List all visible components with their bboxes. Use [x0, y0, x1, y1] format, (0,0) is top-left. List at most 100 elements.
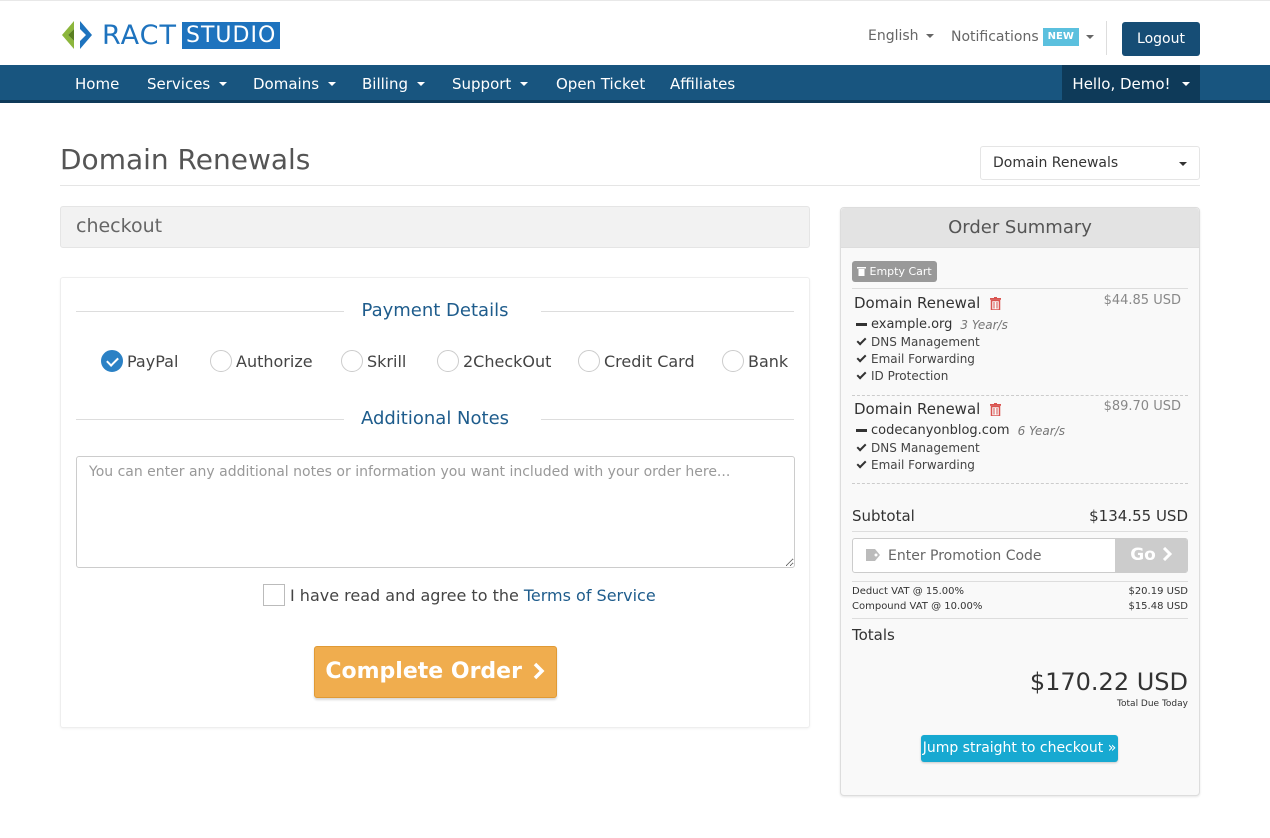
chevron-right-icon	[1162, 546, 1172, 562]
radio-icon	[578, 350, 600, 372]
period-text: 3 Year/s	[960, 317, 1008, 332]
cart-item-addon: Email Forwarding	[856, 458, 975, 472]
tos-link[interactable]: Terms of Service	[524, 586, 656, 605]
minus-icon	[856, 429, 867, 432]
payment-details-heading: Payment Details	[76, 301, 794, 321]
summary-divider	[852, 531, 1188, 532]
period-text: 6 Year/s	[1017, 423, 1065, 438]
nav-label: Open Ticket	[556, 74, 646, 93]
caret-down-icon	[1181, 82, 1190, 86]
nav-label: Affiliates	[670, 74, 736, 93]
chevron-right-icon	[533, 662, 545, 680]
caret-down-icon	[925, 34, 934, 38]
caret-down-icon	[1085, 35, 1094, 39]
promo-code-group: Go	[852, 538, 1188, 573]
item-name-text: Domain Renewal	[854, 400, 981, 418]
radio-icon	[437, 350, 459, 372]
logo-studio-box: STUDIO	[182, 22, 281, 49]
additional-notes-field[interactable]	[76, 456, 795, 568]
addon-text: Email Forwarding	[871, 458, 975, 472]
nav-label: Billing	[362, 74, 408, 93]
promo-code-input[interactable]	[853, 539, 1116, 572]
nav-domains[interactable]: Domains	[253, 65, 337, 103]
domain-text: example.org	[871, 317, 953, 332]
check-icon	[856, 458, 867, 469]
payment-label: Skrill	[367, 351, 407, 371]
empty-cart-button[interactable]: Empty Cart	[852, 261, 937, 282]
caret-down-icon	[328, 82, 337, 86]
trash-icon[interactable]	[990, 296, 1002, 310]
nav-home[interactable]: Home	[75, 65, 119, 103]
nav-label: Domains	[253, 74, 320, 93]
checkout-header: checkout	[60, 206, 810, 248]
additional-notes-heading: Additional Notes	[76, 409, 794, 429]
tos-agreement[interactable]: I have read and agree to the Terms of Se…	[263, 584, 656, 606]
tos-checkbox[interactable]	[263, 584, 285, 606]
checkout-panel: Payment Details PayPal Authorize Skrill …	[60, 277, 810, 728]
addon-text: DNS Management	[871, 335, 980, 349]
cart-item-addon: DNS Management	[856, 441, 980, 455]
cart-item-domain: example.org 3 Year/s	[856, 317, 1008, 332]
language-dropdown[interactable]: English	[868, 28, 934, 44]
tax-value: $15.48 USD	[1128, 601, 1188, 612]
summary-divider	[852, 618, 1188, 619]
go-label: Go	[1130, 545, 1156, 565]
payment-option-bank[interactable]: Bank	[722, 350, 788, 372]
nav-open-ticket[interactable]: Open Ticket	[556, 65, 645, 103]
logout-button[interactable]: Logout	[1122, 22, 1200, 56]
complete-order-button[interactable]: Complete Order	[314, 646, 557, 698]
payment-option-skrill[interactable]: Skrill	[341, 350, 406, 372]
subtotal-label: Subtotal	[852, 507, 915, 525]
payment-option-paypal[interactable]: PayPal	[101, 350, 178, 372]
payment-label: PayPal	[127, 351, 179, 371]
promo-go-button[interactable]: Go	[1115, 538, 1187, 573]
payment-label: Credit Card	[604, 351, 695, 371]
cart-item-addon: ID Protection	[856, 369, 949, 383]
radio-icon	[341, 350, 363, 372]
radio-icon	[722, 350, 744, 372]
payment-label: 2CheckOut	[463, 351, 552, 371]
caret-down-icon	[520, 82, 529, 86]
domain-text: codecanyonblog.com	[871, 423, 1010, 438]
logo[interactable]: RACT STUDIO	[60, 19, 281, 52]
order-summary: Order Summary Empty Cart Domain Renewal …	[840, 207, 1200, 796]
minus-icon	[856, 323, 867, 326]
payment-option-authorize[interactable]: Authorize	[210, 350, 313, 372]
check-icon	[856, 335, 867, 346]
tax-label: Deduct VAT @ 15.00%	[852, 586, 964, 597]
user-greeting: Hello, Demo!	[1072, 75, 1171, 93]
trash-icon[interactable]	[990, 402, 1002, 416]
notifications-dropdown[interactable]: Notifications NEW	[951, 28, 1094, 46]
totals-label: Totals	[852, 626, 895, 644]
caret-down-icon	[1179, 162, 1187, 166]
item-divider	[852, 483, 1188, 484]
summary-divider	[852, 288, 1188, 289]
payment-option-2checkout[interactable]: 2CheckOut	[437, 350, 551, 372]
check-icon	[856, 441, 867, 452]
cart-item-addon: DNS Management	[856, 335, 980, 349]
jump-to-checkout-button[interactable]: Jump straight to checkout »	[921, 735, 1118, 762]
tax-label: Compound VAT @ 10.00%	[852, 601, 983, 612]
total-due-amount: $170.22 USD	[1029, 668, 1188, 696]
nav-support[interactable]: Support	[452, 65, 529, 103]
summary-divider	[852, 581, 1188, 582]
header-divider	[1106, 21, 1107, 55]
user-menu[interactable]: Hello, Demo!	[1062, 65, 1200, 103]
nav-billing[interactable]: Billing	[362, 65, 425, 103]
cart-item-addon: Email Forwarding	[856, 352, 975, 366]
category-select[interactable]: Domain Renewals	[980, 146, 1200, 180]
nav-services[interactable]: Services	[147, 65, 228, 103]
payment-details-title: Payment Details	[361, 300, 509, 321]
cart-item-name: Domain Renewal	[854, 294, 1002, 312]
language-label: English	[868, 28, 919, 44]
addon-text: ID Protection	[871, 369, 949, 383]
nav-label: Services	[147, 74, 211, 93]
notifications-label: Notifications	[951, 29, 1039, 45]
payment-option-credit-card[interactable]: Credit Card	[578, 350, 695, 372]
nav-affiliates[interactable]: Affiliates	[670, 65, 735, 103]
logo-text: RACT	[102, 20, 178, 51]
item-divider	[852, 395, 1188, 396]
new-badge: NEW	[1042, 28, 1079, 46]
check-icon	[856, 369, 867, 380]
radio-checked-icon	[101, 350, 123, 372]
